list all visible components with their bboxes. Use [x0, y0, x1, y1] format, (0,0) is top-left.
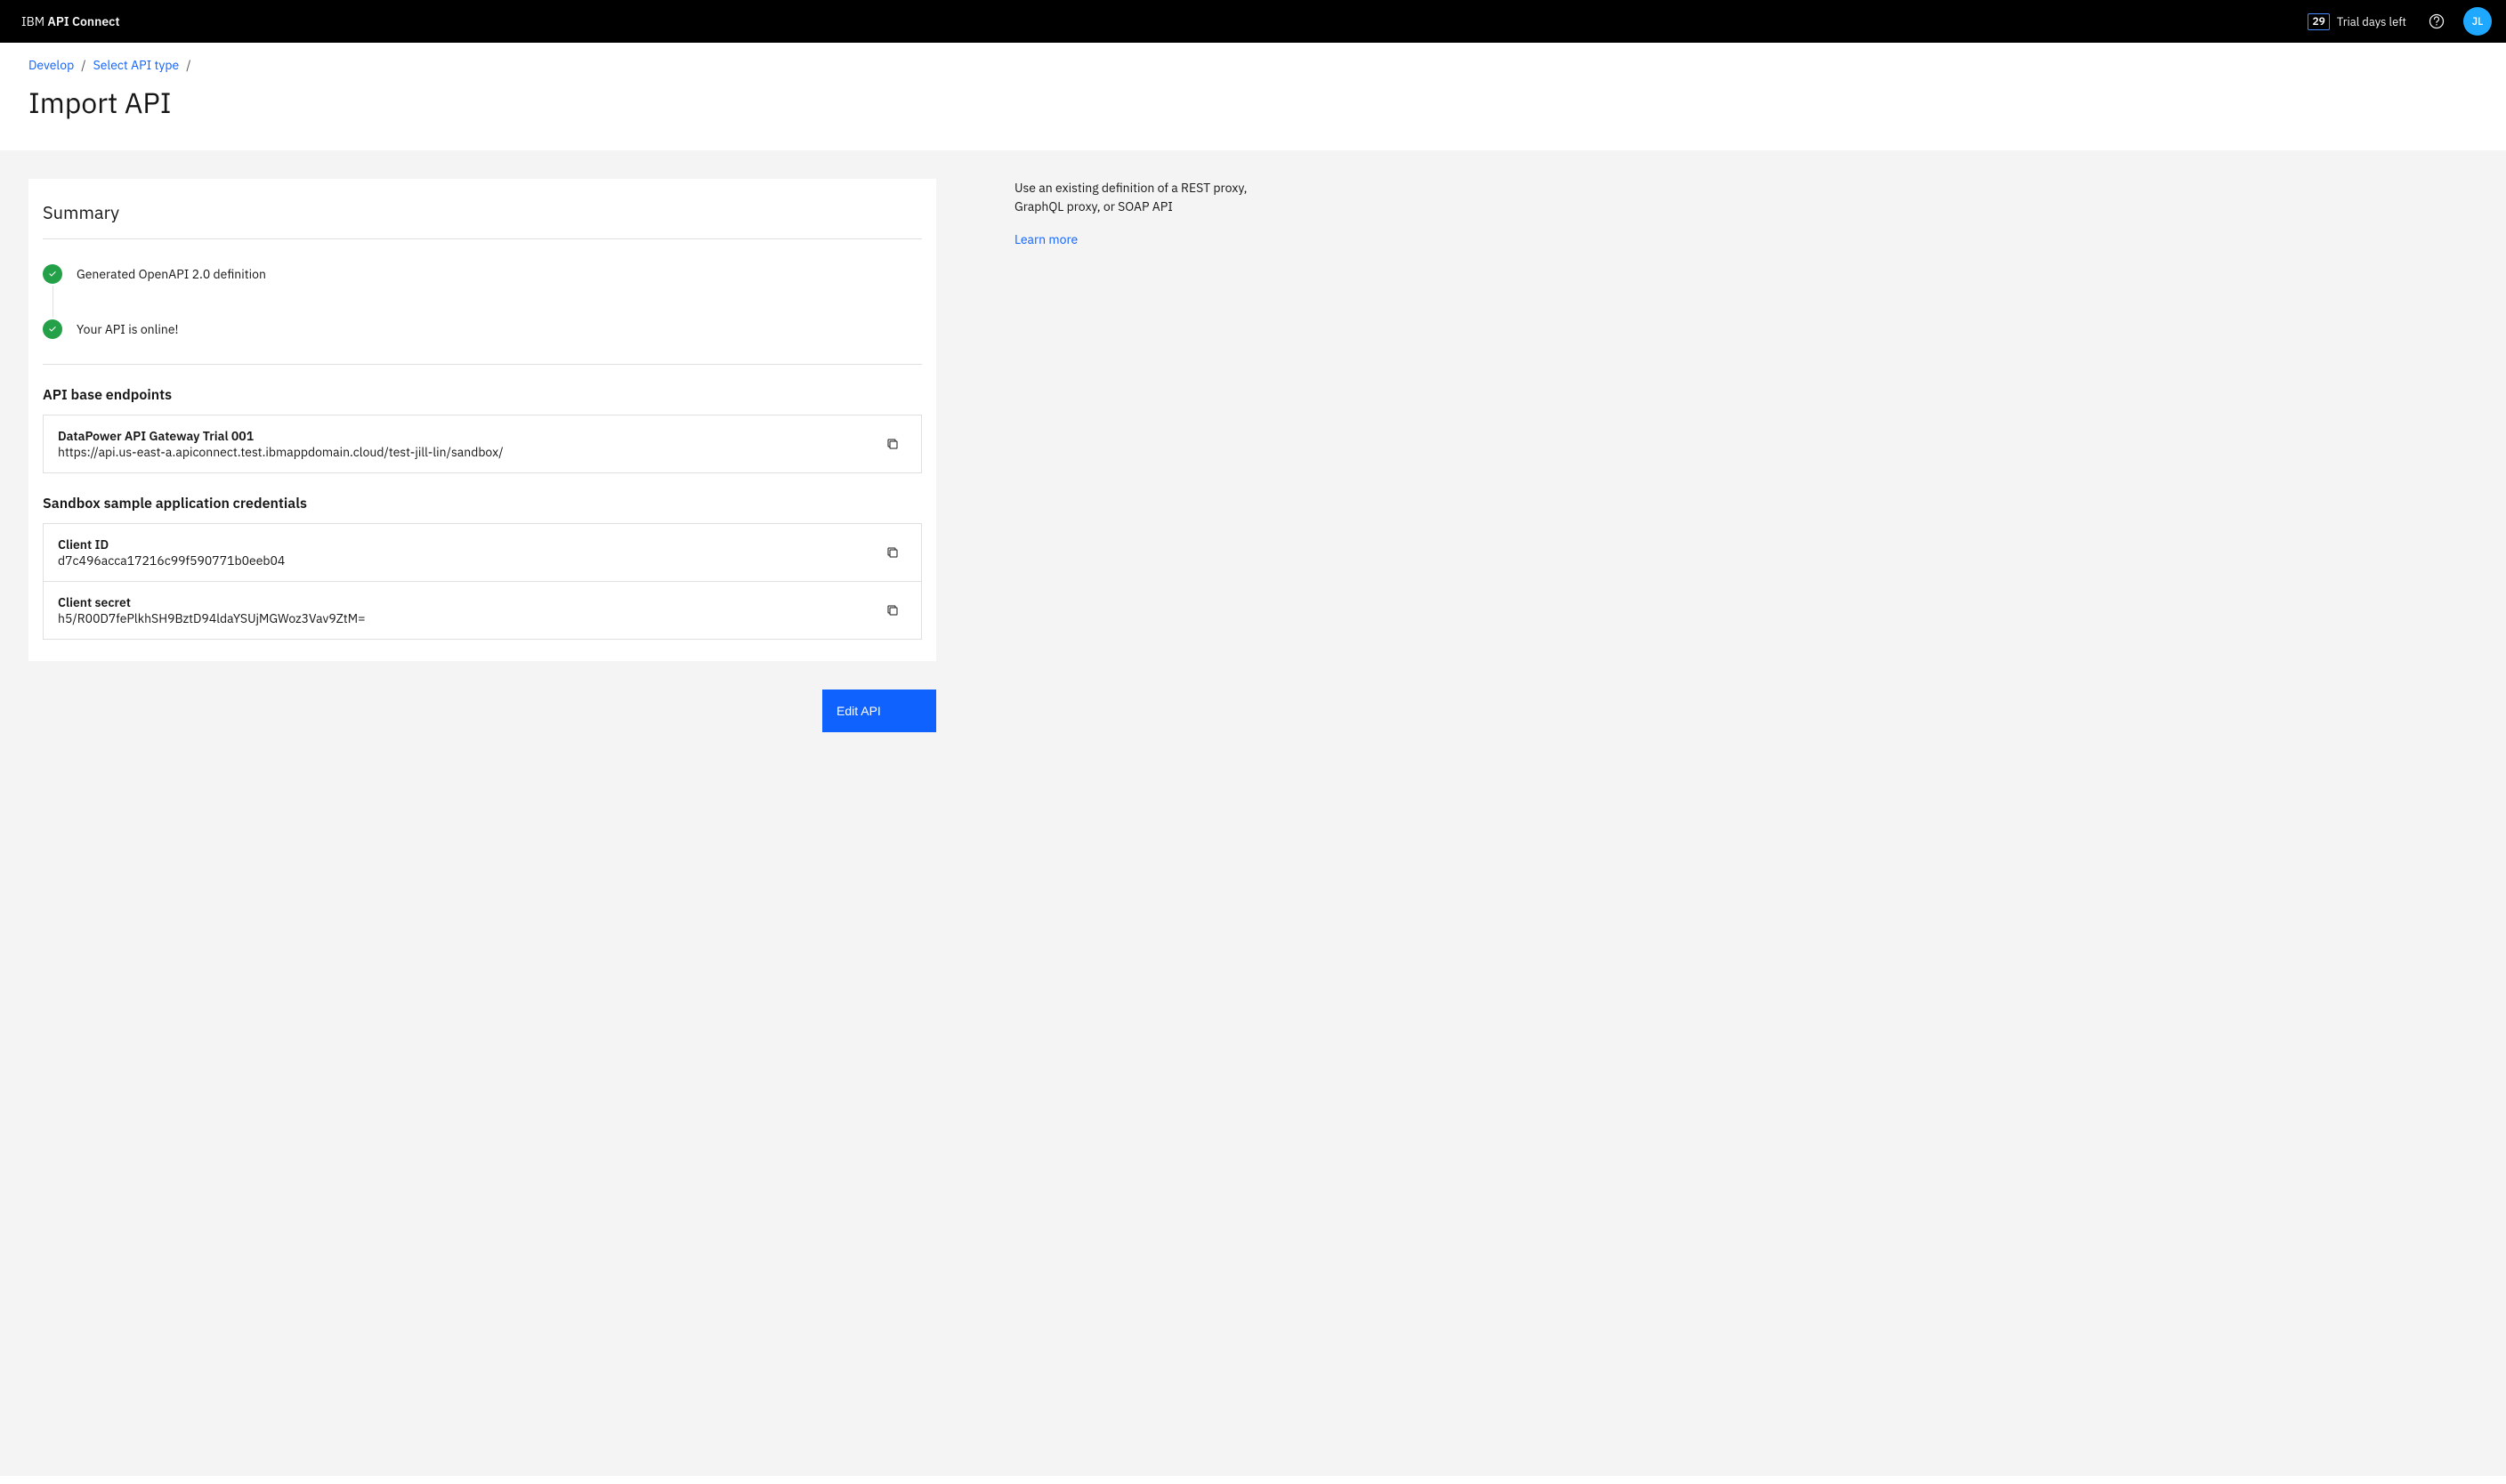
help-sidebar: Use an existing definition of a REST pro…: [1015, 179, 1281, 249]
brand-prefix: IBM: [21, 13, 47, 29]
client-secret-value: h5/R00D7fePlkhSH9BztD94ldaYSUjMGWoz3Vav9…: [58, 610, 868, 626]
breadcrumb-develop[interactable]: Develop: [28, 57, 74, 73]
summary-heading: Summary: [43, 200, 922, 224]
page-title: Import API: [28, 84, 2478, 121]
page-heading-area: Develop / Select API type / Import API: [0, 43, 2506, 150]
breadcrumb: Develop / Select API type /: [28, 57, 2478, 73]
copy-client-secret-button[interactable]: [878, 596, 907, 625]
breadcrumb-separator: /: [81, 57, 85, 73]
copy-icon: [885, 603, 900, 617]
summary-card: Summary Generated OpenAPI 2.0 definition…: [28, 179, 936, 661]
brand: IBM API Connect: [21, 13, 120, 29]
progress-step: Generated OpenAPI 2.0 definition: [43, 261, 922, 287]
page-body: Summary Generated OpenAPI 2.0 definition…: [0, 150, 2506, 1476]
checkmark-icon: [43, 319, 62, 339]
progress-step: Your API is online!: [43, 316, 922, 343]
copy-client-id-button[interactable]: [878, 538, 907, 567]
client-id-label: Client ID: [58, 536, 868, 552]
progress-steps: Generated OpenAPI 2.0 definition Your AP…: [43, 239, 922, 364]
trial-days-label: Trial days left: [2337, 14, 2406, 29]
copy-icon: [885, 545, 900, 560]
client-secret-box: Client secret h5/R00D7fePlkhSH9BztD94lda…: [43, 582, 922, 640]
action-bar: Edit API: [28, 690, 936, 732]
help-icon[interactable]: [2428, 12, 2445, 30]
client-id-value: d7c496acca17216c99f590771b0eeb04: [58, 552, 868, 569]
edit-api-button[interactable]: Edit API: [822, 690, 936, 732]
user-avatar[interactable]: JL: [2463, 7, 2492, 36]
copy-icon: [885, 437, 900, 451]
endpoints-heading: API base endpoints: [43, 386, 922, 404]
learn-more-link[interactable]: Learn more: [1015, 231, 1078, 247]
breadcrumb-select-api-type[interactable]: Select API type: [93, 57, 180, 73]
trial-days-badge: 29: [2308, 13, 2329, 30]
progress-step-label: Your API is online!: [77, 321, 179, 337]
client-secret-label: Client secret: [58, 594, 868, 610]
brand-product: API Connect: [47, 13, 119, 29]
checkmark-icon: [43, 264, 62, 284]
progress-step-label: Generated OpenAPI 2.0 definition: [77, 266, 266, 282]
client-id-box: Client ID d7c496acca17216c99f590771b0eeb…: [43, 523, 922, 582]
endpoint-box: DataPower API Gateway Trial 001 https://…: [43, 415, 922, 473]
global-header: IBM API Connect 29 Trial days left JL: [0, 0, 2506, 43]
divider: [43, 364, 922, 365]
endpoint-label: DataPower API Gateway Trial 001: [58, 428, 868, 444]
copy-endpoint-button[interactable]: [878, 430, 907, 458]
main-column: Summary Generated OpenAPI 2.0 definition…: [28, 179, 972, 732]
endpoint-value: https://api.us-east-a.apiconnect.test.ib…: [58, 444, 868, 460]
credentials-heading: Sandbox sample application credentials: [43, 495, 922, 512]
help-text: Use an existing definition of a REST pro…: [1015, 179, 1281, 216]
breadcrumb-separator: /: [186, 57, 190, 73]
